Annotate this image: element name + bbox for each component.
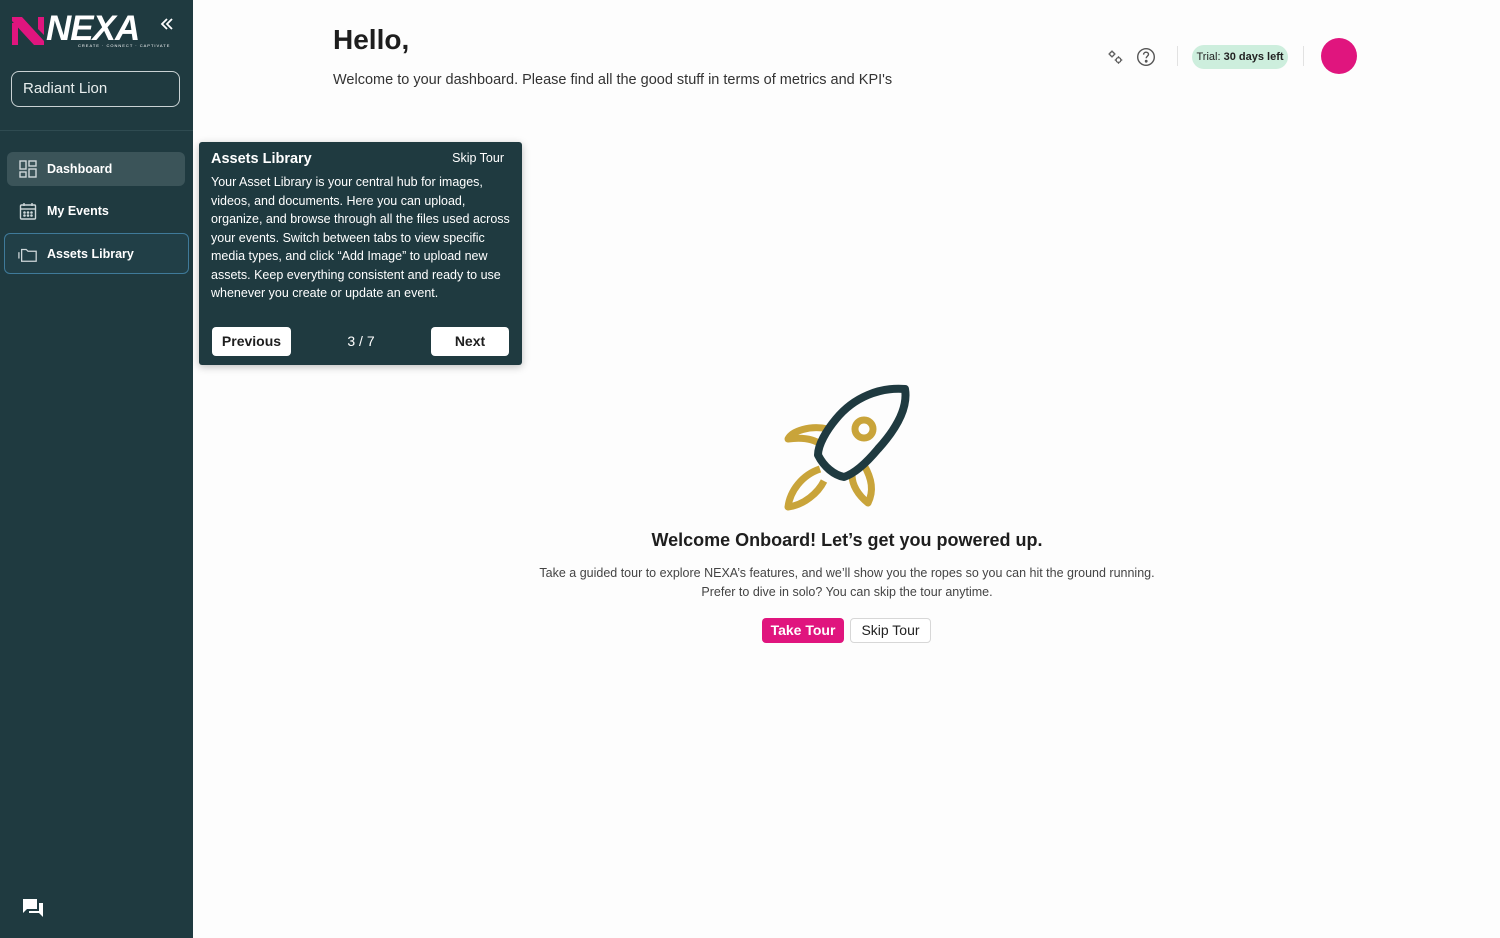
- tour-skip-link[interactable]: Skip Tour: [452, 151, 504, 165]
- tour-step-counter: 3 / 7: [347, 333, 375, 349]
- rocket-illustration: [780, 383, 915, 513]
- sidebar-item-my-events[interactable]: My Events: [7, 194, 185, 228]
- folder-icon: [18, 244, 38, 264]
- tour-popover: Assets Library Skip Tour Your Asset Libr…: [199, 142, 522, 365]
- welcome-line-2: Prefer to dive in solo? You can skip the…: [701, 585, 993, 599]
- calendar-icon: [18, 201, 38, 221]
- tour-previous-button[interactable]: Previous: [212, 327, 291, 356]
- organization-select[interactable]: Radiant Lion: [11, 71, 180, 107]
- nexa-logo-mark: [12, 17, 44, 45]
- help-icon[interactable]: [1136, 47, 1156, 67]
- welcome-title: Welcome Onboard! Let’s get you powered u…: [651, 530, 1043, 550]
- sidebar-item-label: Dashboard: [47, 162, 113, 176]
- sidebar-item-label: Assets Library: [47, 246, 134, 261]
- page-subtitle: Welcome to your dashboard. Please find a…: [333, 72, 893, 88]
- brand-tagline: CREATE · CONNECT · CAPTIVATE: [78, 43, 171, 48]
- welcome-text: Take a guided tour to explore NEXA’s fea…: [497, 564, 1197, 602]
- collapse-sidebar-icon[interactable]: [157, 14, 177, 34]
- trial-days: 30 days left: [1223, 51, 1284, 63]
- trial-badge[interactable]: Trial: 30 days left: [1192, 45, 1288, 69]
- nexa-logo[interactable]: NEXA CREATE · CONNECT · CAPTIVATE: [12, 9, 169, 50]
- sidebar-divider: [0, 130, 193, 131]
- tour-body: Your Asset Library is your central hub f…: [211, 175, 510, 300]
- sidebar-item-assets-library[interactable]: Assets Library: [4, 233, 189, 274]
- page-title: Hello,: [333, 24, 410, 55]
- dashboard-icon: [18, 159, 38, 179]
- skip-tour-button[interactable]: Skip Tour: [850, 618, 931, 643]
- sidebar: NEXA CREATE · CONNECT · CAPTIVATE Radian…: [0, 0, 193, 938]
- chat-icon[interactable]: [20, 896, 46, 920]
- tour-title: Assets Library: [211, 151, 312, 167]
- header-divider: [1177, 46, 1178, 66]
- header-divider: [1303, 46, 1304, 66]
- sidebar-item-label: My Events: [47, 204, 109, 218]
- settings-gears-icon[interactable]: [1106, 47, 1126, 67]
- take-tour-button[interactable]: Take Tour: [762, 618, 844, 643]
- sidebar-item-dashboard[interactable]: Dashboard: [7, 152, 185, 186]
- welcome-line-1: Take a guided tour to explore NEXA’s fea…: [539, 566, 1155, 580]
- tour-next-button[interactable]: Next: [431, 327, 509, 356]
- avatar[interactable]: [1321, 38, 1357, 74]
- trial-prefix: Trial:: [1196, 51, 1221, 63]
